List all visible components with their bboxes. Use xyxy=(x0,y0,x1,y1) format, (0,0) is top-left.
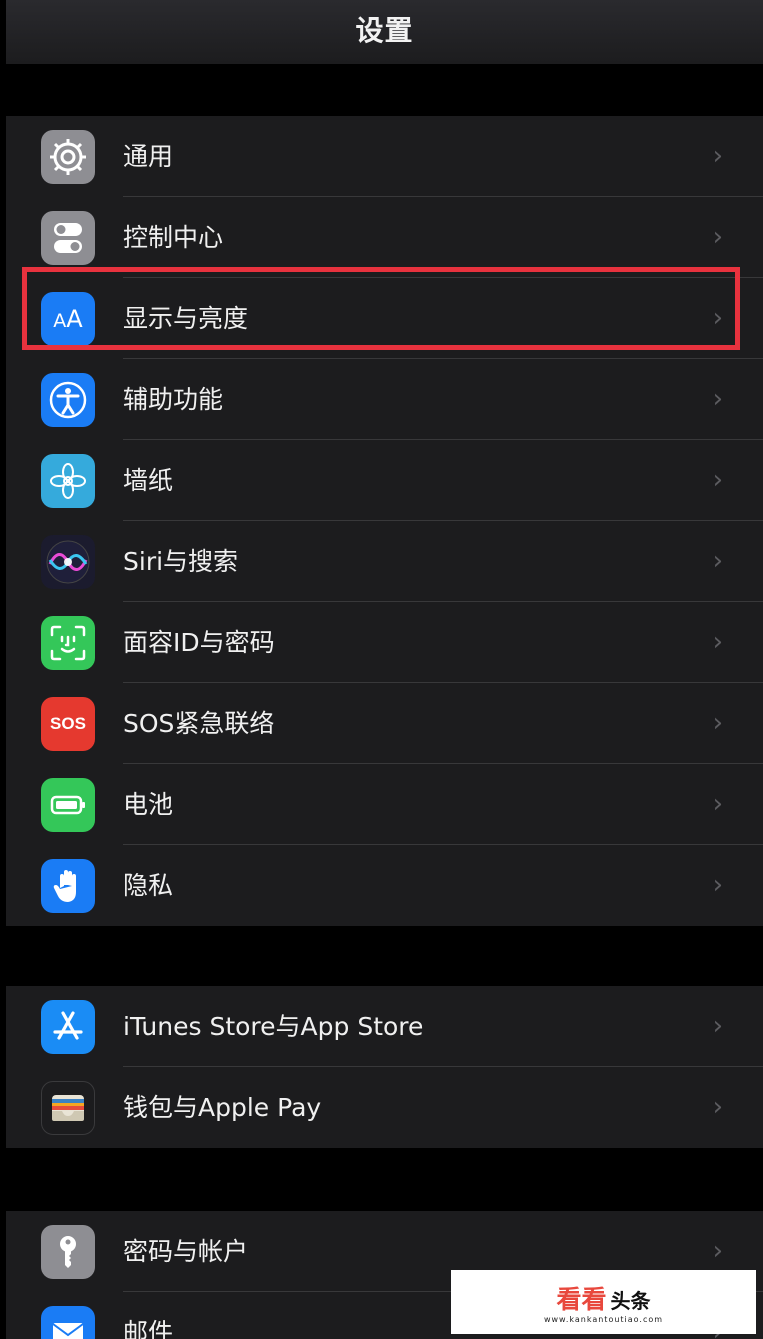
chevron-right-icon: › xyxy=(712,546,723,576)
chevron-right-icon: › xyxy=(712,465,723,495)
settings-row-battery[interactable]: 电池 › xyxy=(6,764,763,845)
settings-row-emergency-sos[interactable]: SOS SOS紧急联络 › xyxy=(6,683,763,764)
chevron-right-icon: › xyxy=(712,222,723,252)
row-label: 钱包与Apple Pay xyxy=(123,1093,322,1122)
mail-icon xyxy=(41,1306,95,1339)
face-id-icon xyxy=(41,616,95,670)
page-title: 设置 xyxy=(355,14,414,47)
battery-icon xyxy=(41,778,95,832)
row-label: 面容ID与密码 xyxy=(123,628,275,657)
settings-row-general[interactable]: 通用 › xyxy=(6,116,763,197)
row-label: 密码与帐户 xyxy=(123,1237,249,1266)
settings-row-accessibility[interactable]: 辅助功能 › xyxy=(6,359,763,440)
settings-row-wallpaper[interactable]: 墙纸 › xyxy=(6,440,763,521)
chevron-right-icon: › xyxy=(712,1092,723,1122)
sos-icon-text: SOS xyxy=(50,714,86,733)
chevron-right-icon: › xyxy=(712,627,723,657)
settings-row-itunes-app-store[interactable]: iTunes Store与App Store › xyxy=(6,986,763,1067)
row-label: 通用 xyxy=(123,142,174,171)
settings-screen: 设置 通用 › 控制中心 › AA 显示与亮度 › 辅助功能 › 墙纸 › Si… xyxy=(6,0,763,1339)
chevron-right-icon: › xyxy=(712,1011,723,1041)
key-icon xyxy=(41,1225,95,1279)
gear-icon xyxy=(41,130,95,184)
settings-row-privacy[interactable]: 隐私 › xyxy=(6,845,763,926)
row-label: Siri与搜索 xyxy=(123,547,239,576)
wallet-icon xyxy=(41,1081,95,1135)
settings-row-wallet-apple-pay[interactable]: 钱包与Apple Pay › xyxy=(6,1067,763,1148)
settings-row-control-center[interactable]: 控制中心 › xyxy=(6,197,763,278)
sos-icon: SOS xyxy=(41,697,95,751)
settings-group-1: 通用 › 控制中心 › AA 显示与亮度 › 辅助功能 › 墙纸 › Siri与… xyxy=(6,116,763,926)
watermark-brand-secondary: 头条 xyxy=(610,1289,651,1313)
settings-group-2: iTunes Store与App Store › 钱包与Apple Pay › xyxy=(6,986,763,1148)
siri-icon xyxy=(41,535,95,589)
watermark-url: www.kankantoutiao.com xyxy=(543,1315,664,1324)
row-label: 墙纸 xyxy=(123,466,174,495)
watermark-brand: 看看 xyxy=(556,1285,607,1314)
settings-row-face-id-passcode[interactable]: 面容ID与密码 › xyxy=(6,602,763,683)
settings-row-display-brightness[interactable]: AA 显示与亮度 › xyxy=(6,278,763,359)
chevron-right-icon: › xyxy=(712,303,723,333)
row-label: 邮件 xyxy=(123,1318,174,1339)
chevron-right-icon: › xyxy=(712,708,723,738)
accessibility-icon xyxy=(41,373,95,427)
row-label: 隐私 xyxy=(123,871,174,900)
settings-row-siri-search[interactable]: Siri与搜索 › xyxy=(6,521,763,602)
text-size-icon: AA xyxy=(41,292,95,346)
chevron-right-icon: › xyxy=(712,789,723,819)
chevron-right-icon: › xyxy=(712,870,723,900)
toggles-icon xyxy=(41,211,95,265)
watermark-logo: 看看 头条 xyxy=(556,1280,650,1316)
row-label: 显示与亮度 xyxy=(123,304,249,333)
flower-icon xyxy=(41,454,95,508)
navigation-bar: 设置 xyxy=(6,0,763,64)
chevron-right-icon: › xyxy=(712,384,723,414)
app-store-icon xyxy=(41,1000,95,1054)
row-label: 电池 xyxy=(123,790,174,819)
chevron-right-icon: › xyxy=(712,141,723,171)
watermark: 看看 头条 www.kankantoutiao.com xyxy=(451,1270,756,1334)
row-label: 控制中心 xyxy=(123,223,224,252)
hand-icon xyxy=(41,859,95,913)
row-label: iTunes Store与App Store xyxy=(123,1012,424,1041)
row-label: SOS紧急联络 xyxy=(123,709,275,738)
row-label: 辅助功能 xyxy=(123,385,224,414)
